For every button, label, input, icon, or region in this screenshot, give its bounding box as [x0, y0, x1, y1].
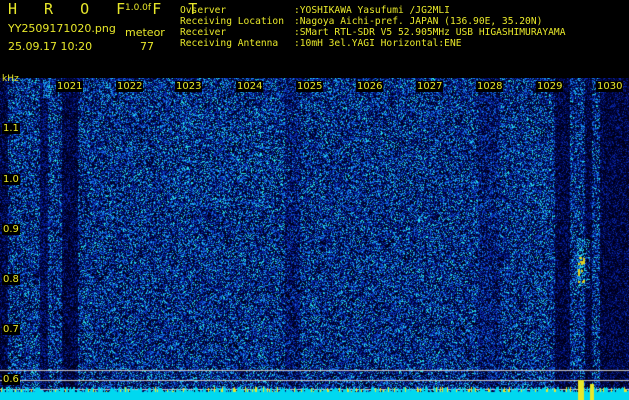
x-tick: 1022: [116, 81, 144, 92]
info-key: Receiving Location: [180, 16, 284, 27]
info-value: :SMart RTL-SDR V5 52.905MHz USB HIGASHIM…: [294, 27, 566, 38]
meteor-count: 77: [140, 40, 154, 53]
station-info: Ovserver :YOSHIKAWA Yasufumi /JG2MLI Rece…: [180, 5, 565, 49]
info-row-location: Receiving Location :Nagoya Aichi-pref. JA…: [180, 16, 565, 27]
y-tick: 0.9: [2, 224, 20, 235]
info-row-observer: Ovserver :YOSHIKAWA Yasufumi /JG2MLI: [180, 5, 565, 16]
file-name: YY2509171020.png: [8, 22, 116, 35]
header-panel: H R O F F T 1.0.0f YY2509171020.png mete…: [0, 0, 629, 78]
info-value: :Nagoya Aichi-pref. JAPAN (136.90E, 35.2…: [294, 16, 543, 27]
info-value: :10mH 3el.YAGI Horizontal:ENE: [294, 38, 462, 49]
y-tick: 0.6: [2, 374, 20, 385]
x-tick: 1027: [416, 81, 444, 92]
x-tick: 1023: [175, 81, 203, 92]
info-value: :YOSHIKAWA Yasufumi /JG2MLI: [294, 5, 450, 16]
info-key: Ovserver: [180, 5, 227, 16]
spectrogram-panel: [0, 78, 629, 400]
app-title: H R O F F T: [8, 0, 207, 18]
y-tick: 0.8: [2, 274, 20, 285]
spectrogram-canvas: [0, 78, 629, 400]
y-tick: 1.0: [2, 174, 20, 185]
y-tick: 0.7: [2, 324, 20, 335]
x-tick: 1025: [296, 81, 324, 92]
info-key: Receiver: [180, 27, 227, 38]
x-tick: 1028: [476, 81, 504, 92]
x-tick: 1026: [356, 81, 384, 92]
info-row-antenna: Receiving Antenna :10mH 3el.YAGI Horizont…: [180, 38, 565, 49]
x-tick: 1030: [596, 81, 624, 92]
y-tick: 1.1: [2, 123, 20, 134]
meteor-label: meteor: [125, 26, 165, 39]
app-version: 1.0.0f: [125, 3, 152, 13]
x-tick: 1029: [536, 81, 564, 92]
info-row-receiver: Receiver :SMart RTL-SDR V5 52.905MHz USB …: [180, 27, 565, 38]
x-tick: 1024: [236, 81, 264, 92]
y-axis-unit: kHz: [2, 74, 19, 84]
timestamp: 25.09.17 10:20: [8, 40, 93, 53]
info-key: Receiving Antenna: [180, 38, 279, 49]
x-tick: 1021: [56, 81, 84, 92]
